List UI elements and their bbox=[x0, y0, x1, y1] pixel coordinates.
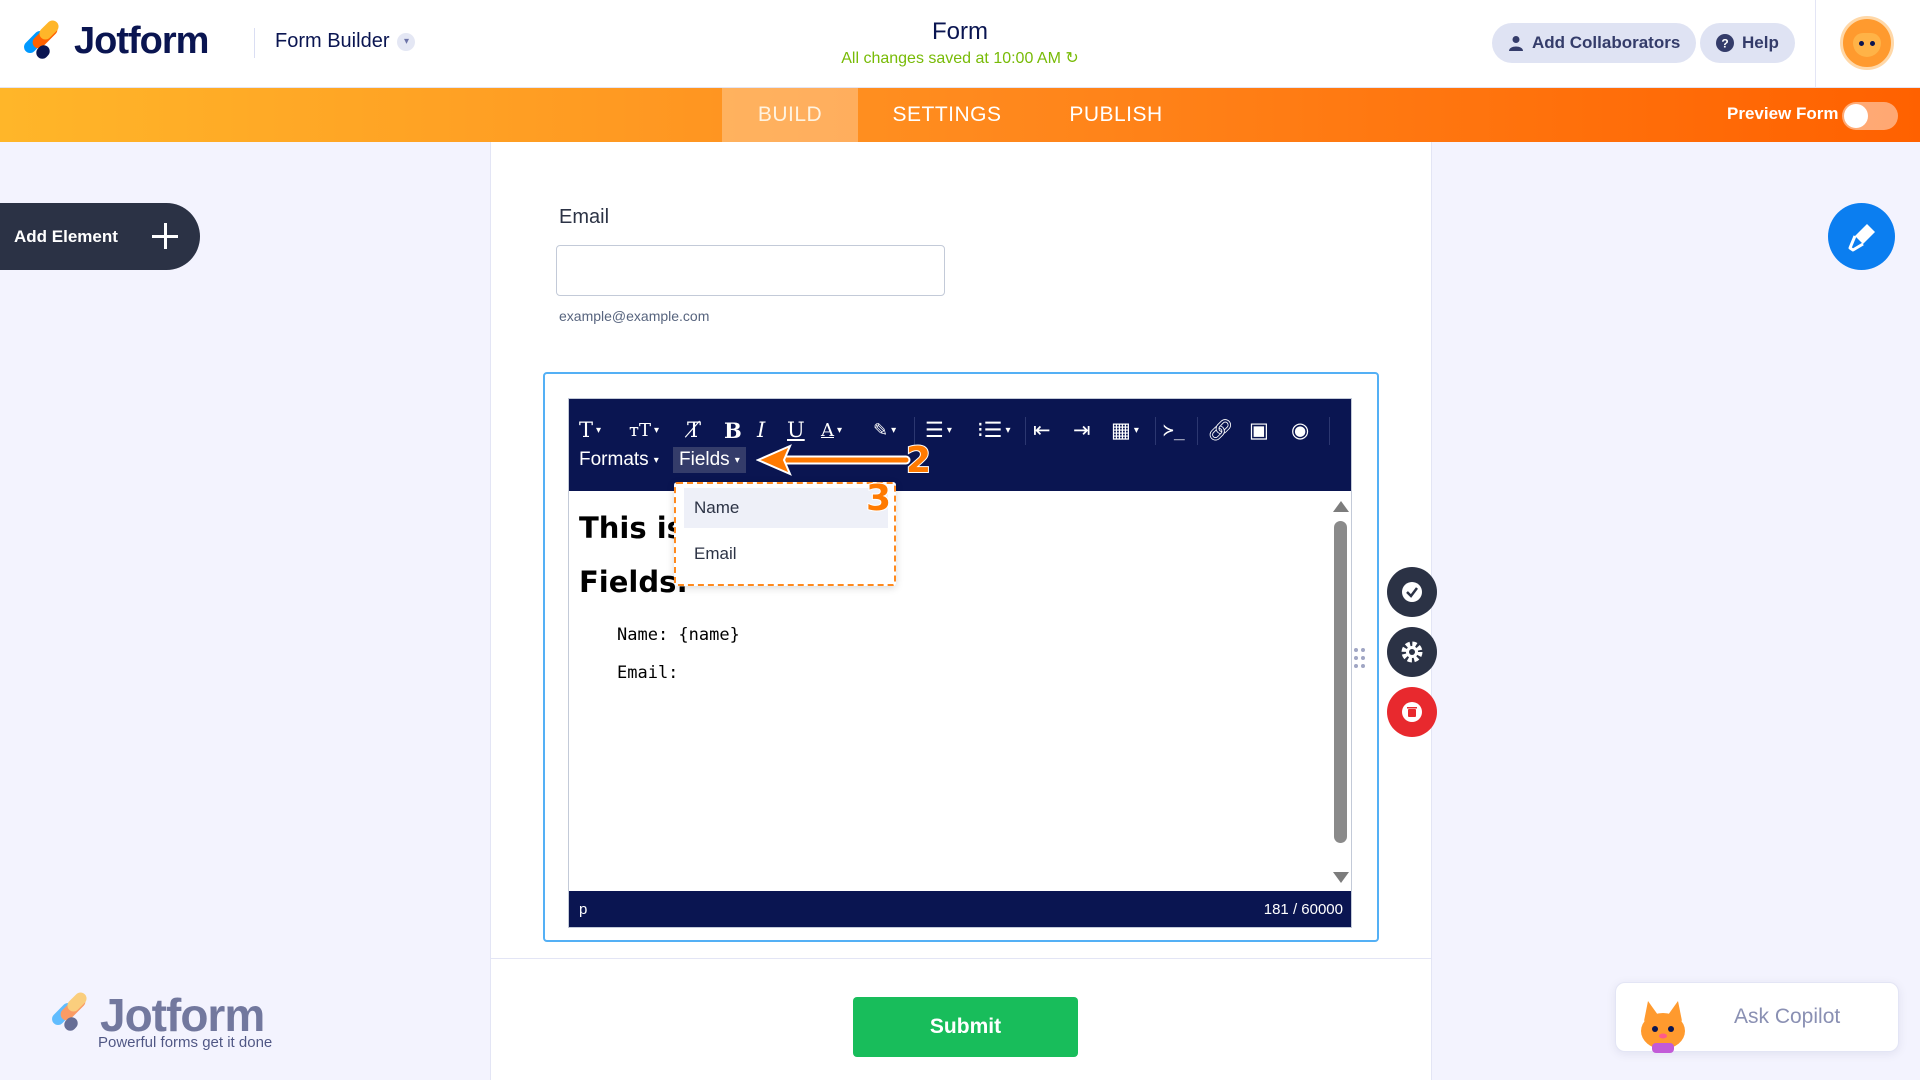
canvas-divider bbox=[490, 958, 1432, 959]
caret-down-icon: ▾ bbox=[653, 454, 659, 466]
link-icon[interactable]: 🔗︎ bbox=[1207, 417, 1234, 443]
jotform-logo-icon bbox=[49, 989, 90, 1034]
preview-form-toggle[interactable] bbox=[1842, 102, 1898, 130]
scroll-up-icon[interactable] bbox=[1333, 501, 1349, 512]
font-family-icon[interactable]: T ▾ bbox=[579, 417, 601, 443]
user-avatar[interactable] bbox=[1840, 16, 1894, 70]
tab-build[interactable]: BUILD bbox=[722, 88, 858, 142]
avatar-face-icon bbox=[1853, 33, 1881, 57]
character-count: 181 / 60000 bbox=[1263, 901, 1343, 918]
email-field-hint: example@example.com bbox=[559, 308, 710, 324]
field-settings-button[interactable] bbox=[1387, 627, 1437, 677]
table-icon[interactable]: ▦ ▾ bbox=[1111, 417, 1139, 443]
copilot-mascot-icon bbox=[1641, 1001, 1685, 1053]
refresh-icon[interactable]: ↻ bbox=[1065, 50, 1078, 67]
paint-roller-icon bbox=[1848, 223, 1875, 251]
help-icon: ? bbox=[1716, 34, 1734, 52]
drag-handle-icon[interactable] bbox=[1354, 648, 1368, 670]
editor-scrollbar[interactable] bbox=[1327, 491, 1351, 891]
dropdown-item-email[interactable]: Email bbox=[684, 534, 888, 574]
top-header: Jotform Form Builder ▾ Form All changes … bbox=[0, 0, 1920, 88]
caret-down-icon: ▾ bbox=[734, 454, 740, 466]
image-icon[interactable]: ▣ bbox=[1249, 417, 1269, 443]
dropdown-item-name[interactable]: Name bbox=[684, 488, 888, 528]
properties-check-button[interactable] bbox=[1387, 567, 1437, 617]
delete-field-button[interactable] bbox=[1387, 687, 1437, 737]
formats-menu[interactable]: Formats ▾ bbox=[573, 447, 665, 473]
content-heading-1: This is bbox=[579, 511, 684, 545]
check-circle-icon bbox=[1402, 582, 1422, 602]
ask-copilot-button[interactable]: Ask Copilot bbox=[1615, 982, 1899, 1053]
code-icon[interactable]: ≻_ bbox=[1163, 417, 1185, 443]
annotation-step-2: 2 bbox=[905, 439, 932, 482]
trash-icon bbox=[1402, 702, 1422, 722]
element-path[interactable]: p bbox=[579, 901, 587, 918]
clear-format-icon[interactable]: T̸ bbox=[687, 417, 701, 443]
plus-icon bbox=[150, 221, 180, 251]
svg-text:?: ? bbox=[1721, 37, 1728, 51]
submit-button[interactable]: Submit bbox=[853, 997, 1078, 1057]
tab-settings[interactable]: SETTINGS bbox=[872, 88, 1022, 142]
tab-publish[interactable]: PUBLISH bbox=[1036, 88, 1196, 142]
annotation-step-3: 3 bbox=[865, 477, 892, 520]
preview-eye-icon[interactable]: ◉ bbox=[1291, 417, 1309, 443]
add-collaborators-button[interactable]: Add Collaborators bbox=[1492, 23, 1697, 63]
footer-tagline: Powerful forms get it done bbox=[98, 1034, 273, 1051]
add-element-button[interactable]: Add Element bbox=[0, 203, 200, 270]
scroll-down-icon[interactable] bbox=[1333, 872, 1349, 883]
help-button[interactable]: ? Help bbox=[1700, 23, 1795, 63]
scroll-thumb[interactable] bbox=[1334, 521, 1347, 843]
font-size-icon[interactable]: ᴛT ▾ bbox=[629, 417, 659, 443]
rich-text-editor: T ▾ ᴛT ▾ T̸ B I U A ▾ ✎ ▾ ☰ ▾ ⁝☰ ▾ ⇤ ⇥ ▦ ▾ ≻_ 🔗… bbox=[568, 398, 1352, 928]
gear-icon bbox=[1401, 641, 1423, 663]
form-designer-button[interactable] bbox=[1828, 203, 1895, 270]
email-field-label: Email bbox=[559, 206, 610, 228]
editor-statusbar: p 181 / 60000 bbox=[569, 891, 1351, 927]
builder-nav: BUILD SETTINGS PUBLISH Preview Form bbox=[0, 88, 1920, 142]
content-line-name: Name: {name} bbox=[617, 625, 740, 645]
email-field[interactable] bbox=[556, 245, 945, 296]
indent-icon[interactable]: ⇥ bbox=[1073, 417, 1091, 443]
content-heading-2: Fields: bbox=[579, 565, 688, 599]
header-divider-right bbox=[1815, 0, 1816, 88]
outdent-icon[interactable]: ⇤ bbox=[1033, 417, 1051, 443]
preview-form-label: Preview Form bbox=[1727, 104, 1839, 123]
bullet-list-icon[interactable]: ⁝☰ ▾ bbox=[977, 417, 1011, 443]
bold-icon[interactable]: B bbox=[724, 417, 742, 443]
user-icon bbox=[1509, 36, 1523, 51]
editor-toolbar: T ▾ ᴛT ▾ T̸ B I U A ▾ ✎ ▾ ☰ ▾ ⁝☰ ▾ ⇤ ⇥ ▦ ▾ ≻_ 🔗… bbox=[569, 399, 1351, 491]
content-line-email: Email: bbox=[617, 663, 679, 683]
fields-menu[interactable]: Fields ▾ bbox=[673, 447, 746, 473]
ask-copilot-label: Ask Copilot bbox=[1734, 1005, 1841, 1028]
fields-dropdown: Name Email bbox=[674, 482, 896, 586]
